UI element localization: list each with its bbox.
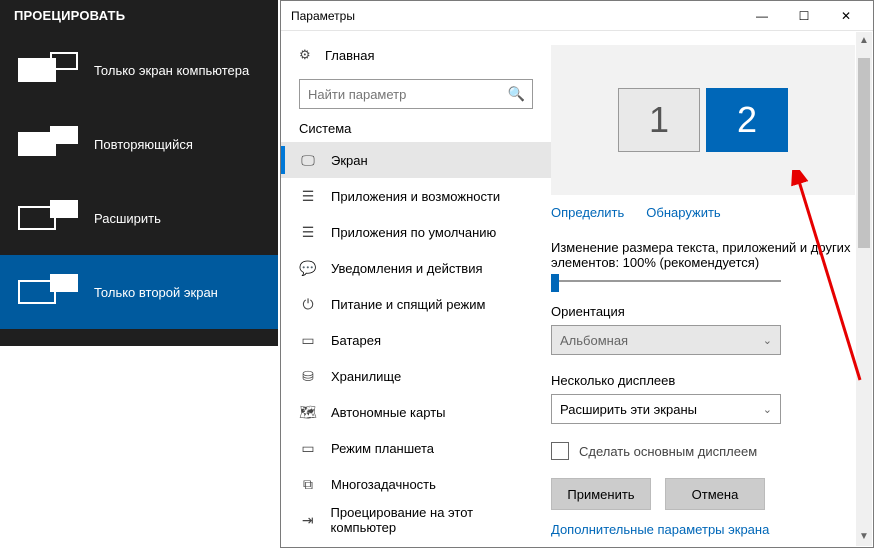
gear-icon: ⚙	[299, 47, 315, 63]
default-apps-icon: ☰	[299, 224, 317, 241]
apply-button[interactable]: Применить	[551, 478, 651, 510]
close-button[interactable]: ✕	[825, 2, 867, 30]
nav-item-label: Хранилище	[331, 369, 401, 384]
search-input[interactable]	[299, 79, 533, 109]
scale-label: Изменение размера текста, приложений и д…	[551, 240, 855, 270]
primary-display-row[interactable]: Сделать основным дисплеем	[551, 442, 855, 460]
nav-item-label: Автономные карты	[331, 405, 446, 420]
second-only-icon	[18, 274, 80, 310]
monitor-1[interactable]: 1	[618, 88, 700, 152]
monitor-2[interactable]: 2	[706, 88, 788, 152]
home-nav[interactable]: ⚙ Главная	[281, 41, 551, 69]
nav-display[interactable]: 🖵 Экран	[281, 142, 551, 178]
notifications-icon: 💬	[299, 260, 317, 277]
nav-item-label: Приложения и возможности	[331, 189, 500, 204]
home-label: Главная	[325, 48, 374, 63]
nav-storage[interactable]: ⛁ Хранилище	[281, 358, 551, 394]
extend-icon	[18, 200, 80, 236]
nav-multitask[interactable]: ⧉ Многозадачность	[281, 466, 551, 502]
display-arrangement[interactable]: 1 2	[551, 45, 855, 195]
project-flyout: ПРОЕЦИРОВАТЬ Только экран компьютера Пов…	[0, 0, 278, 346]
multidisplay-value: Расширить эти экраны	[560, 402, 697, 417]
settings-window: Параметры — ☐ ✕ ⚙ Главная 🔍 Система 🖵 Эк…	[280, 0, 874, 548]
projecting-icon: ⇥	[299, 512, 317, 529]
nav-item-label: Батарея	[331, 333, 381, 348]
scrollbar-up-arrow[interactable]: ▲	[856, 32, 872, 50]
apps-icon: ☰	[299, 188, 317, 205]
nav-item-label: Режим планшета	[331, 441, 434, 456]
nav-apps[interactable]: ☰ Приложения и возможности	[281, 178, 551, 214]
nav-maps[interactable]: 🗺 Автономные карты	[281, 394, 551, 430]
orientation-label: Ориентация	[551, 304, 855, 319]
nav-item-label: Проецирование на этот компьютер	[331, 505, 537, 535]
storage-icon: ⛁	[299, 368, 317, 385]
project-option-extend[interactable]: Расширить	[0, 181, 278, 255]
multidisplay-label: Несколько дисплеев	[551, 373, 855, 388]
tablet-icon: ▭	[299, 440, 317, 457]
scrollbar-thumb[interactable]	[858, 58, 870, 248]
multidisplay-select[interactable]: Расширить эти экраны ⌄	[551, 394, 781, 424]
flyout-item-label: Расширить	[94, 211, 161, 226]
pc-only-icon	[18, 52, 80, 88]
project-option-duplicate[interactable]: Повторяющийся	[0, 107, 278, 181]
battery-icon: ▭	[299, 332, 317, 349]
nav-item-label: Приложения по умолчанию	[331, 225, 496, 240]
nav-projecting[interactable]: ⇥ Проецирование на этот компьютер	[281, 502, 551, 538]
scrollbar-down-arrow[interactable]: ▼	[856, 528, 872, 546]
identify-link[interactable]: Определить	[551, 205, 624, 220]
chevron-down-icon: ⌄	[763, 403, 772, 416]
flyout-title: ПРОЕЦИРОВАТЬ	[0, 0, 278, 33]
nav-item-label: Многозадачность	[331, 477, 436, 492]
category-label: Система	[281, 119, 551, 142]
window-title: Параметры	[291, 9, 741, 23]
flyout-item-label: Только экран компьютера	[94, 63, 249, 78]
duplicate-icon	[18, 126, 80, 162]
nav-power[interactable]: ⏻ Питание и спящий режим	[281, 286, 551, 322]
settings-sidebar: ⚙ Главная 🔍 Система 🖵 Экран ☰ Приложения…	[281, 31, 551, 547]
scale-slider-thumb[interactable]	[551, 274, 559, 292]
advanced-display-link[interactable]: Дополнительные параметры экрана	[551, 522, 855, 537]
orientation-value: Альбомная	[560, 333, 628, 348]
flyout-item-label: Только второй экран	[94, 285, 218, 300]
minimize-button[interactable]: —	[741, 2, 783, 30]
project-option-pc-only[interactable]: Только экран компьютера	[0, 33, 278, 107]
nav-battery[interactable]: ▭ Батарея	[281, 322, 551, 358]
display-icon: 🖵	[299, 152, 317, 169]
vertical-scrollbar[interactable]: ▲ ▼	[856, 32, 872, 546]
scale-slider[interactable]	[551, 280, 781, 282]
chevron-down-icon: ⌄	[763, 334, 772, 347]
maximize-button[interactable]: ☐	[783, 2, 825, 30]
titlebar: Параметры — ☐ ✕	[281, 1, 873, 31]
nav-item-label: Экран	[331, 153, 368, 168]
multitask-icon: ⧉	[299, 476, 317, 493]
cancel-button[interactable]: Отмена	[665, 478, 765, 510]
nav-item-label: Уведомления и действия	[331, 261, 483, 276]
power-icon: ⏻	[299, 296, 317, 313]
nav-item-label: Питание и спящий режим	[331, 297, 485, 312]
display-settings-panel: 1 2 Определить Обнаружить Изменение разм…	[551, 31, 873, 547]
detect-link[interactable]: Обнаружить	[646, 205, 720, 220]
project-option-second-only[interactable]: Только второй экран	[0, 255, 278, 329]
orientation-select[interactable]: Альбомная ⌄	[551, 325, 781, 355]
nav-default-apps[interactable]: ☰ Приложения по умолчанию	[281, 214, 551, 250]
flyout-item-label: Повторяющийся	[94, 137, 193, 152]
nav-notifications[interactable]: 💬 Уведомления и действия	[281, 250, 551, 286]
maps-icon: 🗺	[299, 404, 317, 421]
nav-tablet[interactable]: ▭ Режим планшета	[281, 430, 551, 466]
primary-label: Сделать основным дисплеем	[579, 444, 757, 459]
primary-checkbox[interactable]	[551, 442, 569, 460]
